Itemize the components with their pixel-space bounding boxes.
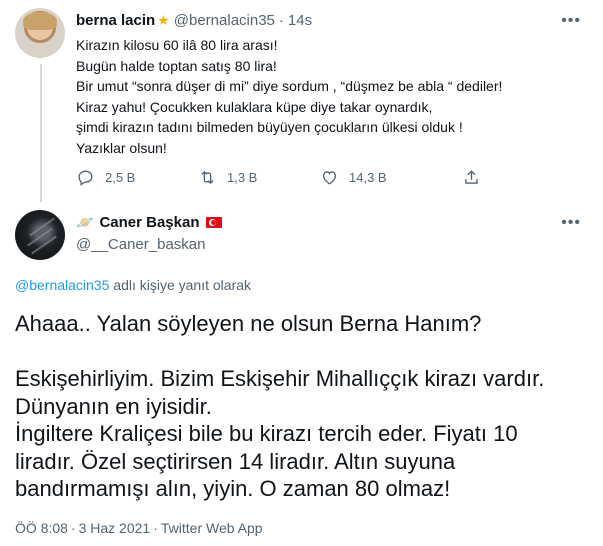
author-handle[interactable]: @bernalacin35 xyxy=(174,12,275,29)
planet-icon: 🪐 xyxy=(76,214,94,230)
more-icon[interactable]: ••• xyxy=(561,214,581,232)
share-icon xyxy=(465,170,478,184)
reply-icon xyxy=(78,170,93,186)
like-button[interactable]: 14,3 B xyxy=(320,168,462,187)
tweet-timestamp[interactable]: 14s xyxy=(288,12,312,29)
reply-context: @bernalacin35 adlı kişiye yanıt olarak xyxy=(15,277,251,293)
tweet-metadata: ÖÖ 8:08 · 3 Haz 2021 · Twitter Web App xyxy=(15,520,263,536)
share-button[interactable] xyxy=(462,168,481,187)
reply-mention-link[interactable]: @bernalacin35 xyxy=(15,277,109,293)
parent-tweet[interactable]: berna lacin ★ @bernalacin35 · 14s ••• Ki… xyxy=(0,0,603,202)
more-icon[interactable]: ••• xyxy=(561,12,581,30)
tweet-actions: 2,5 B 1,3 B 14,3 B xyxy=(76,168,481,187)
heart-icon xyxy=(322,171,337,185)
reply-count: 2,5 B xyxy=(105,170,136,185)
tweet-text-line: Dünyanın en iyisidir. xyxy=(15,393,212,419)
turkey-flag-icon xyxy=(205,217,222,228)
parent-tweet-header: berna lacin ★ @bernalacin35 · 14s xyxy=(76,12,312,29)
tweet-date[interactable]: 3 Haz 2021 xyxy=(79,520,151,536)
tweet-text-line: Ahaaa.. Yalan söyleyen ne olsun Berna Ha… xyxy=(15,311,482,336)
tweet-text-line: Kirazın kilosu 60 ilâ 80 lira arası! xyxy=(76,37,278,53)
retweet-count: 1,3 B xyxy=(227,170,258,185)
tweet-text-line: Kiraz yahu! Çocukken kulaklara küpe diye… xyxy=(76,98,433,115)
reply-button[interactable]: 2,5 B xyxy=(76,168,198,187)
tweet-text-line xyxy=(15,338,590,366)
tweet-text-line: İngiltere Kraliçesi bile bu kirazı terci… xyxy=(15,421,518,446)
reply-context-text: adlı kişiye yanıt olarak xyxy=(109,277,252,293)
author-name[interactable]: Caner Başkan xyxy=(99,214,199,231)
avatar[interactable] xyxy=(15,210,65,260)
retweet-button[interactable]: 1,3 B xyxy=(198,168,320,187)
main-tweet-text: Ahaaa.. Yalan söyleyen ne olsun Berna Ha… xyxy=(15,310,590,503)
tweet-time[interactable]: ÖÖ 8:08 xyxy=(15,520,68,536)
main-tweet-header: 🪐 Caner Başkan xyxy=(76,214,222,231)
thread-connector-line xyxy=(40,64,42,202)
tweet-text-line: Eskişehirliyim. Bizim Eskişehir Mihallıç… xyxy=(15,366,545,391)
tweet-text-line: liradır. Özel seçtirirsen 14 liradır. Al… xyxy=(15,448,456,474)
tweet-text-line: Yazıklar olsun! xyxy=(76,139,167,156)
tweet-text-line: Bir umut “sonra düşer di mi” diye sordum… xyxy=(76,78,503,94)
tweet-text-line: bandırmamışı alın, yiyin. O zaman 80 olm… xyxy=(15,476,451,501)
tweet-text-line: şimdi kirazın tadını bilmeden büyüyen ço… xyxy=(76,119,463,135)
like-count: 14,3 B xyxy=(349,170,387,185)
avatar[interactable] xyxy=(15,8,65,58)
star-icon: ★ xyxy=(157,12,170,28)
tweet-source[interactable]: Twitter Web App xyxy=(161,520,263,536)
parent-tweet-text: Kirazın kilosu 60 ilâ 80 lira arası! Bug… xyxy=(76,35,576,158)
retweet-icon xyxy=(201,171,214,184)
tweet-text-line: Bugün halde toptan satış 80 lira! xyxy=(76,57,277,74)
author-name[interactable]: berna lacin xyxy=(76,12,155,29)
author-handle[interactable]: @__Caner_baskan xyxy=(76,236,205,253)
separator: · xyxy=(278,12,284,29)
